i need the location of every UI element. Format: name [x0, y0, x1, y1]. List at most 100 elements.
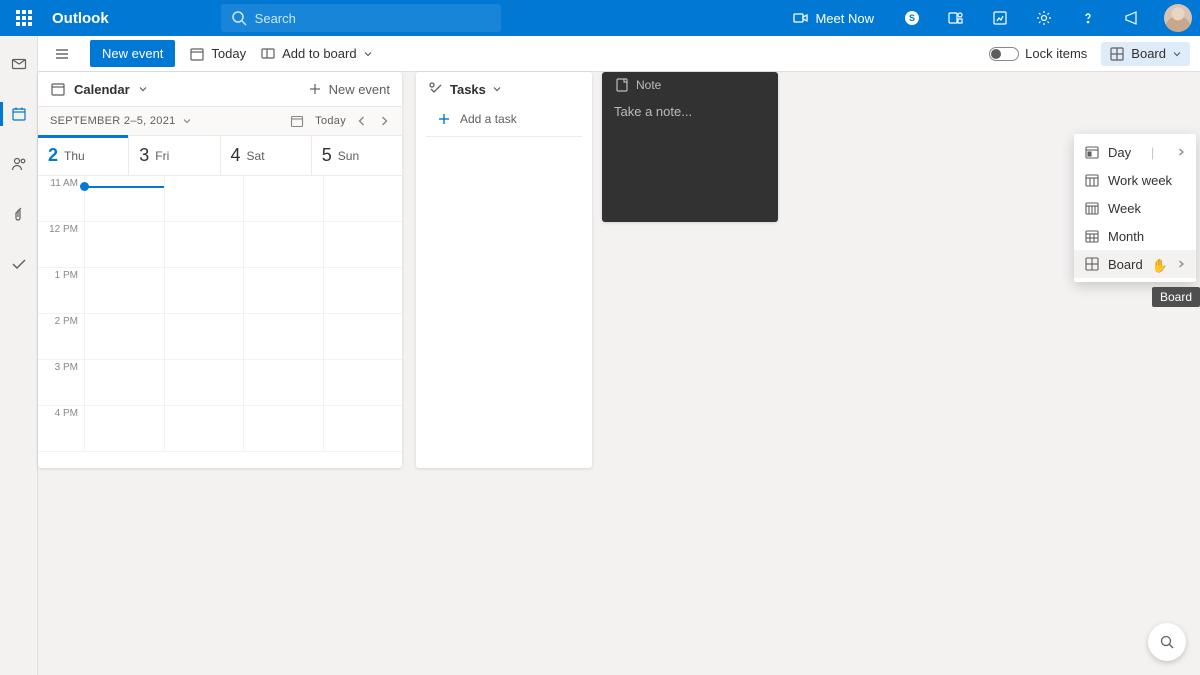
account-avatar[interactable] [1164, 4, 1192, 32]
megaphone-icon[interactable] [1116, 0, 1148, 36]
lock-items-toggle[interactable]: Lock items [989, 46, 1087, 61]
view-menu-label: Work week [1108, 173, 1172, 188]
tasks-widget[interactable]: Tasks Add a task [416, 72, 592, 468]
zoom-button[interactable] [1148, 623, 1186, 661]
view-menu: Day|Work weekWeekMonthBoard✋| [1074, 134, 1196, 282]
calendar-new-event-label: New event [329, 82, 390, 97]
calendar-widget[interactable]: Calendar New event SEPTEMBER 2–5, 2021 T… [38, 72, 402, 468]
next-arrow-icon[interactable] [378, 115, 390, 127]
view-menu-item-work-week[interactable]: Work week [1074, 166, 1196, 194]
view-menu-label: Board [1108, 257, 1143, 272]
chevron-right-icon [1176, 147, 1186, 157]
rail-files[interactable] [0, 200, 38, 228]
rail-people[interactable] [0, 150, 38, 178]
settings-icon[interactable] [1028, 0, 1060, 36]
hour-label: 11 AM [38, 176, 84, 221]
calendar-hour-row[interactable]: 11 AM [38, 176, 402, 222]
calendar-day-header[interactable]: 4Sat [220, 136, 311, 175]
teams-icon[interactable] [940, 0, 972, 36]
day-number: 5 [322, 145, 332, 166]
view-menu-item-board[interactable]: Board✋| [1074, 250, 1196, 278]
calendar-day-header[interactable]: 2Thu [38, 136, 128, 175]
note-title: Note [636, 78, 661, 92]
meet-now-button[interactable]: Meet Now [783, 0, 884, 36]
view-day-icon [1084, 144, 1100, 160]
hour-label: 1 PM [38, 268, 84, 313]
calendar-day-header[interactable]: 5 Sun [311, 136, 402, 175]
board-icon [1109, 46, 1125, 62]
chevron-down-icon[interactable] [492, 84, 502, 94]
note-body[interactable]: Take a note... [602, 98, 778, 125]
hour-label: 3 PM [38, 360, 84, 405]
view-month-icon [1084, 228, 1100, 244]
view-menu-label: Month [1108, 229, 1144, 244]
rail-mail[interactable] [0, 50, 38, 78]
calendar-hour-row[interactable]: 3 PM [38, 360, 402, 406]
day-of-week: Fri [155, 149, 169, 163]
nav-toggle-button[interactable] [48, 40, 76, 68]
search-icon [231, 10, 247, 26]
add-to-board-label: Add to board [282, 46, 356, 61]
calendar-hour-row[interactable]: 4 PM [38, 406, 402, 452]
calendar-title: Calendar [74, 82, 130, 97]
hour-label: 12 PM [38, 222, 84, 267]
chevron-down-icon[interactable] [182, 116, 192, 126]
day-number: 3 [139, 145, 149, 166]
insights-icon[interactable] [984, 0, 1016, 36]
add-to-board-button[interactable]: Add to board [260, 46, 372, 62]
new-event-button[interactable]: New event [90, 40, 175, 67]
meet-now-label: Meet Now [815, 11, 874, 26]
calendar-widget-header: Calendar New event [38, 72, 402, 106]
calendar-today-icon [189, 46, 205, 62]
tasks-icon [428, 81, 444, 97]
view-week-icon [1084, 200, 1100, 216]
left-rail [0, 36, 38, 675]
calendar-hour-row[interactable]: 1 PM [38, 268, 402, 314]
chevron-down-icon[interactable] [138, 84, 148, 94]
view-label: Board [1131, 46, 1166, 61]
skype-icon[interactable]: S [896, 0, 928, 36]
note-widget[interactable]: Note Take a note... [602, 72, 778, 222]
rail-todo[interactable] [0, 250, 38, 278]
calendar-hour-row[interactable]: 12 PM [38, 222, 402, 268]
view-switcher-button[interactable]: Board [1101, 42, 1190, 66]
waffle-icon [16, 10, 32, 26]
calendar-new-event-button[interactable]: New event [307, 81, 390, 97]
calendar-range-label: SEPTEMBER 2–5, 2021 [50, 115, 176, 127]
search-box[interactable] [221, 4, 501, 32]
plus-icon [307, 81, 323, 97]
view-menu-item-day[interactable]: Day| [1074, 138, 1196, 166]
search-input[interactable] [255, 11, 491, 26]
day-of-week: Sun [338, 149, 359, 163]
calendar-day-header[interactable]: 3 Fri [128, 136, 219, 175]
help-icon[interactable] [1072, 0, 1104, 36]
chevron-right-icon [1176, 259, 1186, 269]
calendar-today-link[interactable]: Today [315, 115, 346, 127]
suite-header: Outlook Meet Now S [0, 0, 1200, 36]
plus-icon [438, 113, 450, 125]
prev-arrow-icon[interactable] [356, 115, 368, 127]
command-bar: New event Today Add to board Lock items … [38, 36, 1200, 72]
calendar-hour-row[interactable]: 2 PM [38, 314, 402, 360]
app-name: Outlook [52, 10, 109, 27]
day-of-week: Thu [64, 149, 85, 163]
svg-text:S: S [909, 13, 915, 23]
app-launcher-button[interactable] [8, 2, 40, 34]
note-header: Note [602, 72, 778, 98]
note-icon [614, 77, 630, 93]
toggle-switch[interactable] [989, 47, 1019, 61]
view-tooltip: Board [1152, 287, 1200, 307]
today-button[interactable]: Today [189, 46, 246, 62]
add-task-input[interactable]: Add a task [426, 106, 582, 137]
calendar-small-icon[interactable] [289, 113, 305, 129]
today-label: Today [211, 46, 246, 61]
view-menu-item-month[interactable]: Month [1074, 222, 1196, 250]
board-canvas[interactable]: Calendar New event SEPTEMBER 2–5, 2021 T… [38, 72, 1200, 675]
rail-calendar[interactable] [0, 100, 38, 128]
hour-label: 4 PM [38, 406, 84, 451]
cursor-icon: ✋ [1152, 258, 1168, 274]
view-menu-item-week[interactable]: Week [1074, 194, 1196, 222]
hour-label: 2 PM [38, 314, 84, 359]
calendar-icon [50, 81, 66, 97]
calendar-grid[interactable]: 11 AM12 PM1 PM2 PM3 PM4 PM [38, 176, 402, 468]
